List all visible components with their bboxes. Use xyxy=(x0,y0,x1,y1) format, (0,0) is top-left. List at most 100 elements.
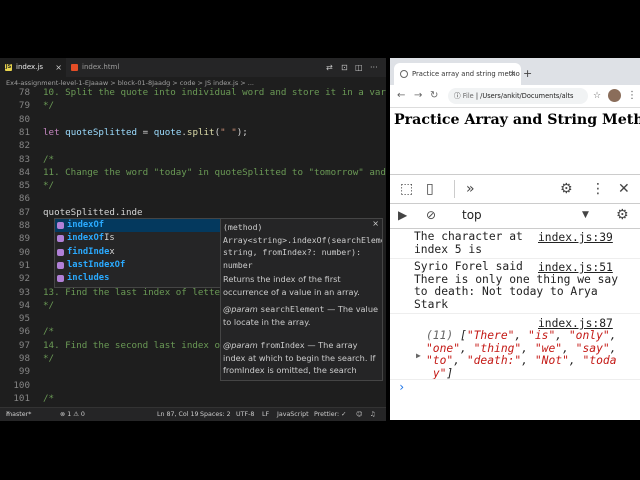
expand-triangle-icon[interactable]: ▶ xyxy=(416,351,421,360)
param-from-index: @param fromIndex — The array index at wh… xyxy=(223,339,379,380)
console-toolbar: ▶ ⊘ top ▼ ⚙ xyxy=(390,203,640,229)
browser-toolbar: ← → ↻ ⓘ File | /Users/ankit/Documents/al… xyxy=(390,85,640,108)
param-tag: @param xyxy=(223,304,258,314)
tab-label: index.js xyxy=(16,63,43,71)
encoding[interactable]: UTF-8 xyxy=(236,408,254,421)
array-item: "toda y" xyxy=(432,354,617,380)
split-editor-icon[interactable]: ◫ xyxy=(355,58,363,77)
method-icon xyxy=(57,261,64,269)
tab-index-js[interactable]: JS index.js × xyxy=(0,58,66,77)
editor-tab-bar: JS index.js × index.html ⇄ ⊡ ◫ ··· xyxy=(0,58,386,77)
back-icon[interactable]: ← xyxy=(397,85,405,107)
js-file-icon: JS xyxy=(5,64,12,71)
prettier-status[interactable]: Prettier: ✓ xyxy=(314,408,346,421)
array-item: "death:" xyxy=(466,354,522,368)
method-signature: (method) Array<string>.indexOf(searchEle… xyxy=(223,222,383,270)
suggestion-match: findInde xyxy=(67,246,110,257)
vscode-window: JS index.js × index.html ⇄ ⊡ ◫ ··· Ex4-a… xyxy=(0,58,386,421)
array-preview[interactable]: (11) ["There", "is", "only", "one", "thi… xyxy=(426,329,636,380)
avatar[interactable] xyxy=(608,89,621,102)
suggestion-match: includes xyxy=(67,273,110,284)
cursor-position[interactable]: Ln 87, Col 19 xyxy=(157,408,199,421)
suggestion-widget[interactable]: indexOf indexOfIs findIndex lastIndexOf incl… xyxy=(54,218,222,288)
code-line[interactable]: 101 /* xyxy=(0,391,386,406)
end-of-line[interactable]: LF xyxy=(262,408,269,421)
suggestion-rest: Is xyxy=(104,233,115,244)
close-icon[interactable]: × xyxy=(372,219,379,228)
suggestion-item[interactable]: lastIndexOf xyxy=(55,259,221,272)
page-title: Practice Array and String Methods xyxy=(394,112,640,128)
suggestion-item[interactable]: indexOfIs xyxy=(55,232,221,245)
suggestion-rest: x xyxy=(109,246,115,257)
chevron-down-icon[interactable]: ▼ xyxy=(582,203,589,228)
param-tag: @param xyxy=(223,340,258,350)
device-toolbar-icon[interactable]: ▯ xyxy=(426,175,434,203)
devtools-toolbar: ⬚ ▯ » ⚙ ⋮ ✕ xyxy=(390,175,640,204)
suggestion-item[interactable]: includes xyxy=(55,272,221,285)
method-icon xyxy=(57,248,64,256)
suggestion-item[interactable]: indexOf xyxy=(55,219,221,233)
tab-index-html[interactable]: index.html xyxy=(66,58,132,77)
method-description: Returns the index of the first occurrenc… xyxy=(223,274,360,297)
close-icon[interactable]: × xyxy=(55,58,62,77)
suggestion-match: indexOf xyxy=(67,220,105,230)
reload-icon[interactable]: ↻ xyxy=(430,85,438,107)
code-text: /* xyxy=(43,392,55,404)
suggestion-match: indexOf xyxy=(67,233,105,244)
close-icon[interactable]: ✕ xyxy=(618,175,630,203)
console-output: The character at index 5 is index.js:39 … xyxy=(390,229,640,420)
source-link[interactable]: index.js:39 xyxy=(538,231,613,244)
context-selector[interactable]: top xyxy=(462,203,482,228)
console-prompt-icon[interactable]: › xyxy=(398,380,405,394)
line-number: 101 xyxy=(13,392,30,404)
problems-indicator[interactable]: ⊗ 1 ⚠ 0 xyxy=(60,408,85,421)
suggestion-match: lastIndexOf xyxy=(67,259,126,270)
browser-tab-title: Practice array and string metho xyxy=(412,70,520,78)
close-icon[interactable]: × xyxy=(509,63,516,85)
devtools-panel: ⬚ ▯ » ⚙ ⋮ ✕ ▶ ⊘ top ▼ ⚙ The character at… xyxy=(390,174,640,420)
feedback-icon[interactable]: ☺ xyxy=(356,408,363,421)
divider xyxy=(390,258,640,259)
clear-console-icon[interactable]: ⊘ xyxy=(426,203,436,228)
url-text: /Users/ankit/Documents/alts xyxy=(480,92,574,100)
browser-tab[interactable]: Practice array and string metho × xyxy=(394,63,521,85)
compare-icon[interactable]: ⇄ xyxy=(326,58,333,77)
inspect-icon[interactable]: ⬚ xyxy=(400,175,413,203)
url-scheme: File xyxy=(462,92,474,100)
suggestion-item[interactable]: findIndex xyxy=(55,246,221,259)
method-icon xyxy=(57,222,64,229)
array-item: "we" xyxy=(534,341,563,355)
indentation[interactable]: Spaces: 2 xyxy=(200,408,231,421)
method-icon xyxy=(57,235,64,243)
forward-icon[interactable]: → xyxy=(414,85,422,107)
html-file-icon xyxy=(71,64,78,71)
language-mode[interactable]: JavaScript xyxy=(277,408,309,421)
param-name: searchElement xyxy=(260,304,325,314)
source-link[interactable]: index.js:51 xyxy=(538,261,613,274)
settings-gear-icon[interactable]: ⚙ xyxy=(560,175,573,203)
divider xyxy=(390,379,640,380)
more-tabs-icon[interactable]: » xyxy=(466,175,475,203)
array-item: "to" xyxy=(426,354,454,368)
address-bar[interactable]: ⓘ File | /Users/ankit/Documents/alts xyxy=(448,88,588,104)
array-item: "is" xyxy=(528,329,556,342)
more-actions-icon[interactable]: ··· xyxy=(370,58,378,77)
suggestion-details: (method) Array<string>.indexOf(searchEle… xyxy=(220,218,383,381)
array-item: "Not" xyxy=(534,354,569,368)
preview-icon[interactable]: ⊡ xyxy=(341,58,348,77)
array-item: "There" xyxy=(466,329,515,342)
star-icon[interactable]: ☆ xyxy=(593,85,601,107)
chrome-window: Practice array and string metho × + ← → … xyxy=(390,58,640,420)
param-search-element: @param searchElement — The value to loca… xyxy=(223,303,379,328)
console-settings-gear-icon[interactable]: ⚙ xyxy=(616,203,629,228)
menu-icon[interactable]: ⋮ xyxy=(627,85,637,107)
sidebar-toggle-icon[interactable]: ▶ xyxy=(398,203,407,228)
status-bar: ᛘ master* ⊗ 1 ⚠ 0 Ln 87, Col 19 Spaces: … xyxy=(0,407,386,421)
array-count: (11) xyxy=(426,329,454,342)
param-name: fromIndex xyxy=(260,340,305,350)
info-icon: ⓘ xyxy=(454,92,463,100)
tab-label: index.html xyxy=(82,63,120,71)
bell-icon[interactable]: ♫ xyxy=(370,408,376,421)
new-tab-icon[interactable]: + xyxy=(523,63,532,85)
more-options-icon[interactable]: ⋮ xyxy=(591,175,605,203)
